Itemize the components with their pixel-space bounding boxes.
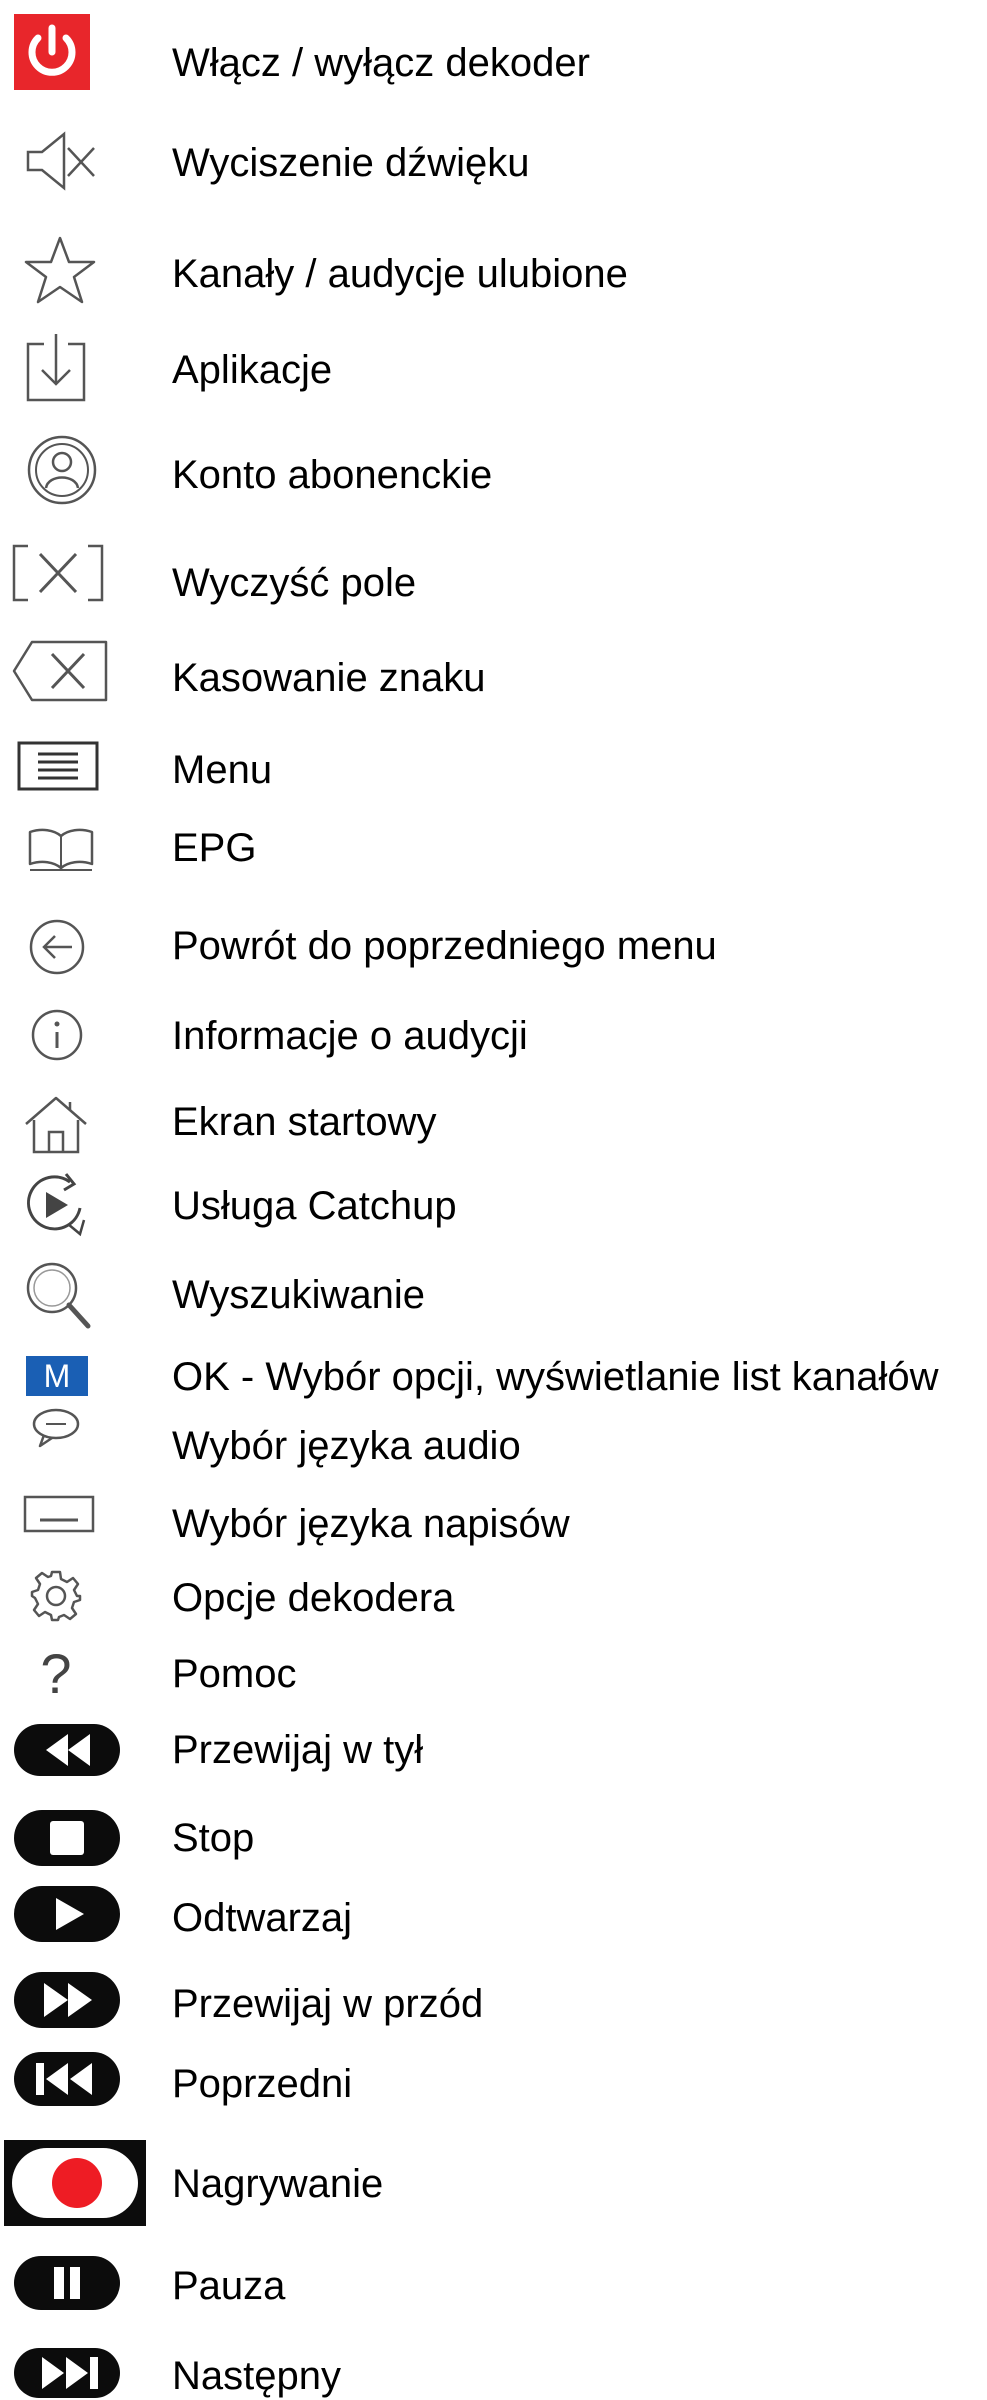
record-icon	[4, 2140, 146, 2226]
legend-label: Informacje o audycji	[172, 1014, 528, 1058]
legend-label: Wyszukiwanie	[172, 1273, 426, 1317]
rewind-icon	[12, 1722, 122, 1778]
legend-label: Menu	[172, 748, 273, 792]
legend-label: Przewijaj w przód	[172, 1982, 484, 2026]
help-icon: ?	[36, 1644, 76, 1704]
legend-label: EPG	[172, 826, 257, 870]
legend-item-search: Wyszukiwanie	[0, 1258, 987, 1338]
legend-item-ok: M OK - Wybór opcji, wyświetlanie list ka…	[0, 1354, 987, 1404]
legend-label: Wybór języka audio	[172, 1424, 521, 1468]
legend-item-mute: Wyciszenie dźwięku	[0, 118, 987, 198]
legend-item-apps: Aplikacje	[0, 328, 987, 408]
legend-label: Nagrywanie	[172, 2162, 384, 2206]
ok-m-icon: M	[26, 1356, 88, 1396]
legend-item-play: Odtwarzaj	[0, 1884, 987, 1948]
previous-icon	[12, 2050, 122, 2108]
legend-item-info: Informacje o audycji	[0, 1006, 987, 1066]
back-arrow-icon	[26, 916, 88, 978]
legend-label: Konto abonenckie	[172, 453, 493, 497]
legend-label: Kasowanie znaku	[172, 656, 486, 700]
ok-m-letter: M	[43, 1358, 71, 1394]
next-icon	[12, 2346, 122, 2400]
legend-item-clear-field: Wyczyść pole	[0, 540, 987, 620]
legend-label: Wyczyść pole	[172, 561, 417, 605]
speech-bubble-icon	[30, 1406, 82, 1450]
legend-label: Ekran startowy	[172, 1100, 437, 1144]
legend-item-audio-language: Wybór języka audio	[0, 1406, 987, 1466]
legend-label: Pauza	[172, 2264, 286, 2308]
legend-item-catchup: Usługa Catchup	[0, 1168, 987, 1244]
legend-label: Kanały / audycje ulubione	[172, 252, 628, 296]
apps-download-icon	[22, 330, 90, 406]
legend-item-stop: Stop	[0, 1806, 987, 1870]
legend-item-favorites: Kanały / audycje ulubione	[0, 232, 987, 312]
legend-item-home: Ekran startowy	[0, 1090, 987, 1160]
legend-item-pause: Pauza	[0, 2254, 987, 2316]
home-icon	[22, 1092, 90, 1156]
legend-label: Wybór języka napisów	[172, 1502, 570, 1546]
legend-label: Poprzedni	[172, 2062, 353, 2106]
subtitles-icon	[22, 1494, 96, 1534]
legend-item-rewind: Przewijaj w tył	[0, 1720, 987, 1780]
legend-label: Włącz / wyłącz dekoder	[172, 41, 590, 85]
legend-item-epg: EPG	[0, 822, 987, 882]
legend-label: Pomoc	[172, 1652, 297, 1696]
play-icon	[12, 1884, 122, 1944]
legend-label: OK - Wybór opcji, wyświetlanie list kana…	[172, 1355, 939, 1399]
legend-label: Wyciszenie dźwięku	[172, 141, 530, 185]
legend-label: Aplikacje	[172, 348, 333, 392]
clear-field-icon	[10, 540, 106, 606]
legend-item-subtitles: Wybór języka napisów	[0, 1494, 987, 1550]
legend-item-account: Konto abonenckie	[0, 430, 987, 520]
legend-item-help: ? Pomoc	[0, 1644, 987, 1704]
menu-icon	[16, 740, 100, 794]
legend-item-power: Włącz / wyłącz dekoder	[0, 10, 987, 90]
pause-icon	[12, 2254, 122, 2312]
legend-label: Przewijaj w tył	[172, 1728, 424, 1772]
gear-icon	[28, 1568, 84, 1624]
power-icon	[14, 14, 90, 90]
search-icon	[22, 1258, 94, 1332]
epg-book-icon	[26, 824, 96, 874]
legend-item-record: Nagrywanie	[0, 2140, 987, 2226]
catchup-icon	[18, 1168, 92, 1240]
fast-forward-icon	[12, 1970, 122, 2030]
legend-item-backspace: Kasowanie znaku	[0, 636, 987, 716]
account-icon	[26, 434, 98, 506]
legend-label: Usługa Catchup	[172, 1184, 457, 1228]
info-icon	[28, 1006, 86, 1064]
legend-item-previous: Poprzedni	[0, 2050, 987, 2112]
legend-label: Powrót do poprzedniego menu	[172, 924, 717, 968]
legend-item-menu: Menu	[0, 740, 987, 800]
legend-item-fast-forward: Przewijaj w przód	[0, 1970, 987, 2034]
legend-label: Stop	[172, 1816, 255, 1860]
legend-item-next: Następny	[0, 2346, 987, 2400]
legend-label: Opcje dekodera	[172, 1576, 455, 1620]
stop-icon	[12, 1808, 122, 1868]
backspace-icon	[10, 638, 110, 704]
help-question-mark: ?	[40, 1642, 72, 1705]
star-icon	[22, 232, 98, 308]
legend-label: Odtwarzaj	[172, 1896, 353, 1940]
mute-icon	[22, 126, 98, 196]
legend-item-options: Opcje dekodera	[0, 1568, 987, 1628]
legend-item-back: Powrót do poprzedniego menu	[0, 914, 987, 980]
legend-label: Następny	[172, 2354, 341, 2398]
